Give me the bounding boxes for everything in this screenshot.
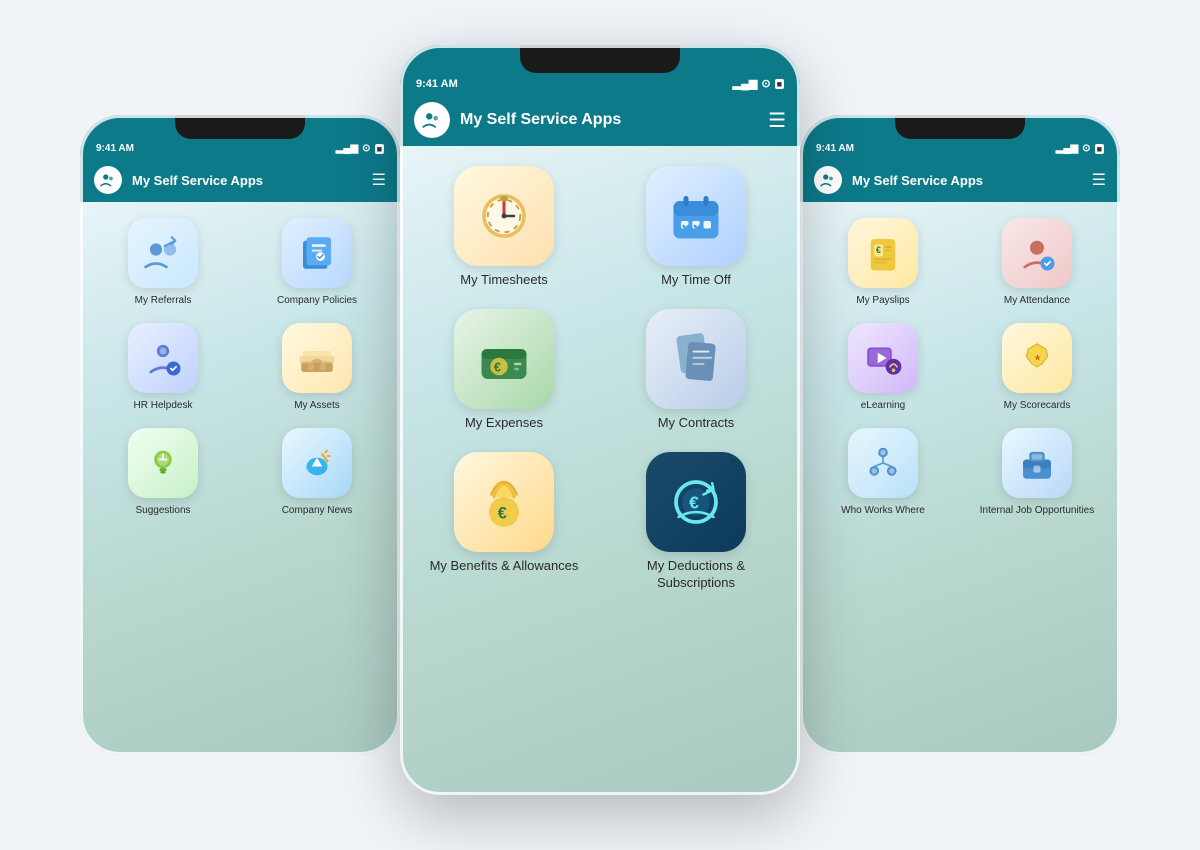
battery-left: ■ bbox=[375, 144, 384, 154]
app-icon-payslips: € bbox=[848, 218, 918, 288]
nav-title-left: My Self Service Apps bbox=[132, 173, 362, 188]
app-label-whoworks: Who Works Where bbox=[841, 504, 925, 517]
phone-right: 9:41 AM ▂▄▆ ⊙ ■ My Self Service Apps ☰ bbox=[800, 115, 1120, 755]
app-hr[interactable]: HR Helpdesk bbox=[92, 323, 234, 412]
notch-center bbox=[520, 45, 680, 73]
app-grid-right: € My Payslips bbox=[812, 218, 1108, 517]
svg-text:€: € bbox=[494, 360, 501, 374]
app-contracts[interactable]: My Contracts bbox=[608, 309, 784, 432]
app-icon-jobs bbox=[1002, 428, 1072, 498]
app-icon-elearning bbox=[848, 323, 918, 393]
app-label-policies: Company Policies bbox=[277, 294, 357, 307]
app-icon-scorecards: ★ bbox=[1002, 323, 1072, 393]
app-icon-expenses: € bbox=[454, 309, 554, 409]
signal-right: ▂▄▆ bbox=[1056, 143, 1078, 154]
app-policies[interactable]: Company Policies bbox=[246, 218, 388, 307]
svg-text:€: € bbox=[876, 245, 881, 255]
app-label-deductions: My Deductions & Subscriptions bbox=[608, 558, 784, 592]
app-label-suggestions: Suggestions bbox=[135, 504, 190, 517]
status-icons-center: ▂▄▆ ⊙ ■ bbox=[733, 77, 784, 90]
nav-logo-center bbox=[414, 102, 450, 138]
app-whoworks[interactable]: Who Works Where bbox=[812, 428, 954, 517]
app-referrals[interactable]: My Referrals bbox=[92, 218, 234, 307]
app-icon-attendance bbox=[1002, 218, 1072, 288]
phone-left: 9:41 AM ▂▄▆ ⊙ ■ My Self Service Apps ☰ bbox=[80, 115, 400, 755]
nav-logo-right bbox=[814, 166, 842, 194]
notch-left bbox=[175, 115, 305, 139]
nav-bar-center: My Self Service Apps ☰ bbox=[400, 94, 800, 146]
wifi-center: ⊙ bbox=[761, 77, 770, 90]
app-icon-contracts bbox=[646, 309, 746, 409]
battery-right: ■ bbox=[1095, 144, 1104, 154]
app-label-contracts: My Contracts bbox=[658, 415, 735, 432]
app-icon-timesheets bbox=[454, 166, 554, 266]
app-expenses[interactable]: € My Expenses bbox=[416, 309, 592, 432]
app-icon-benefits: € bbox=[454, 452, 554, 552]
app-icon-timeoff bbox=[646, 166, 746, 266]
app-icon-policies bbox=[282, 218, 352, 288]
content-right: € My Payslips bbox=[800, 202, 1120, 755]
status-icons-right: ▂▄▆ ⊙ ■ bbox=[1056, 143, 1104, 154]
content-center: My Timesheets bbox=[400, 146, 800, 795]
app-label-attendance: My Attendance bbox=[1004, 294, 1070, 307]
app-label-expenses: My Expenses bbox=[465, 415, 543, 432]
app-label-elearning: eLearning bbox=[861, 399, 905, 412]
status-icons-left: ▂▄▆ ⊙ ■ bbox=[336, 143, 384, 154]
app-label-hr: HR Helpdesk bbox=[134, 399, 193, 412]
app-label-jobs: Internal Job Opportunities bbox=[980, 504, 1095, 517]
app-icon-hr bbox=[128, 323, 198, 393]
svg-text:€: € bbox=[689, 492, 699, 512]
signal-center: ▂▄▆ bbox=[733, 77, 758, 90]
time-center: 9:41 AM bbox=[416, 78, 458, 90]
svg-text:★: ★ bbox=[1034, 353, 1042, 363]
app-timeoff[interactable]: My Time Off bbox=[608, 166, 784, 289]
wifi-left: ⊙ bbox=[362, 143, 370, 154]
svg-text:€: € bbox=[498, 504, 507, 522]
time-right: 9:41 AM bbox=[816, 143, 854, 154]
nav-bar-right: My Self Service Apps ☰ bbox=[800, 158, 1120, 202]
app-deductions[interactable]: € My Deductions & Subscriptions bbox=[608, 452, 784, 592]
content-left: My Referrals Company Policies bbox=[80, 202, 400, 755]
app-elearning[interactable]: eLearning bbox=[812, 323, 954, 412]
app-label-payslips: My Payslips bbox=[856, 294, 909, 307]
app-scorecards[interactable]: ★ My Scorecards bbox=[966, 323, 1108, 412]
app-grid-center: My Timesheets bbox=[416, 166, 784, 592]
wifi-right: ⊙ bbox=[1082, 143, 1090, 154]
app-news[interactable]: Company News bbox=[246, 428, 388, 517]
app-icon-referrals bbox=[128, 218, 198, 288]
app-grid-left: My Referrals Company Policies bbox=[92, 218, 388, 517]
nav-title-right: My Self Service Apps bbox=[852, 173, 1082, 188]
app-payslips[interactable]: € My Payslips bbox=[812, 218, 954, 307]
app-icon-news bbox=[282, 428, 352, 498]
app-benefits[interactable]: € My Benefits & Allowances bbox=[416, 452, 592, 592]
app-label-assets: My Assets bbox=[294, 399, 340, 412]
app-label-referrals: My Referrals bbox=[135, 294, 192, 307]
app-label-news: Company News bbox=[282, 504, 353, 517]
phone-center: 9:41 AM ▂▄▆ ⊙ ■ My Self Service Apps ☰ bbox=[400, 45, 800, 795]
nav-logo-left bbox=[94, 166, 122, 194]
app-timesheets[interactable]: My Timesheets bbox=[416, 166, 592, 289]
signal-left: ▂▄▆ bbox=[336, 143, 358, 154]
app-jobs[interactable]: Internal Job Opportunities bbox=[966, 428, 1108, 517]
time-left: 9:41 AM bbox=[96, 143, 134, 154]
app-icon-suggestions bbox=[128, 428, 198, 498]
app-icon-deductions: € bbox=[646, 452, 746, 552]
app-label-scorecards: My Scorecards bbox=[1004, 399, 1071, 412]
app-label-timeoff: My Time Off bbox=[661, 272, 731, 289]
app-label-benefits: My Benefits & Allowances bbox=[430, 558, 579, 575]
nav-bar-left: My Self Service Apps ☰ bbox=[80, 158, 400, 202]
nav-title-center: My Self Service Apps bbox=[460, 111, 758, 129]
notch-right bbox=[895, 115, 1025, 139]
nav-menu-center[interactable]: ☰ bbox=[768, 108, 786, 133]
nav-menu-left[interactable]: ☰ bbox=[372, 170, 386, 190]
scene: 9:41 AM ▂▄▆ ⊙ ■ My Self Service Apps ☰ bbox=[50, 15, 1150, 835]
app-icon-assets bbox=[282, 323, 352, 393]
battery-center: ■ bbox=[775, 79, 784, 89]
app-assets[interactable]: My Assets bbox=[246, 323, 388, 412]
nav-menu-right[interactable]: ☰ bbox=[1092, 170, 1106, 190]
app-label-timesheets: My Timesheets bbox=[460, 272, 547, 289]
app-suggestions[interactable]: Suggestions bbox=[92, 428, 234, 517]
app-icon-whoworks bbox=[848, 428, 918, 498]
app-attendance[interactable]: My Attendance bbox=[966, 218, 1108, 307]
